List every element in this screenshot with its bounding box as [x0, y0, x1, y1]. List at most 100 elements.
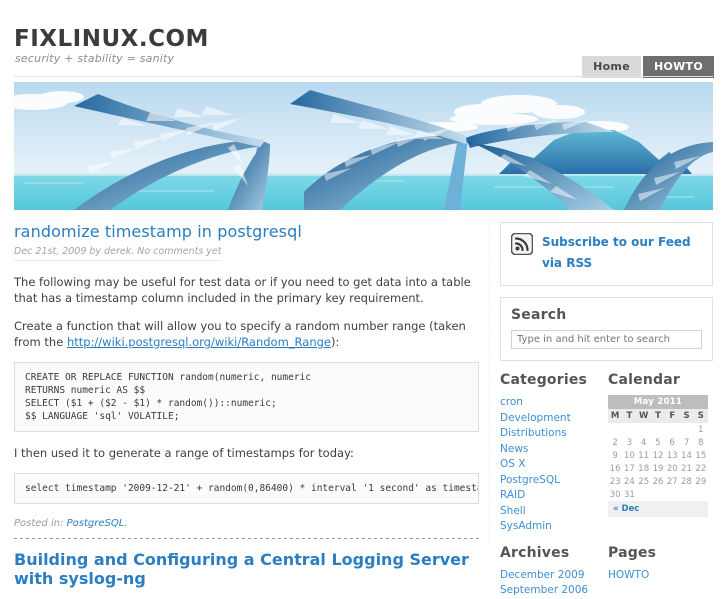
- calendar-table: May 2011 M T W T F S S 1 2 3 4 5 6 7 8 9…: [608, 395, 708, 517]
- list-item: September 2006: [500, 583, 608, 598]
- categories-calendar-row: Categories cron Development Distribution…: [500, 372, 713, 535]
- calendar-day: 24: [624, 476, 635, 487]
- calendar-weekday-row: M T W T F S S: [608, 409, 708, 423]
- calendar-day: [622, 423, 636, 436]
- calendar-day: 13: [666, 450, 678, 461]
- nav-item-howto[interactable]: HOWTO: [642, 56, 714, 78]
- random-range-wiki-link[interactable]: http://wiki.postgresql.org/wiki/Random_R…: [67, 335, 331, 349]
- calendar-day: 30: [609, 489, 621, 500]
- calendar-head: M T W T F S S: [608, 409, 708, 423]
- post-paragraph-1: The following may be useful for test dat…: [14, 275, 471, 305]
- category-link-shell[interactable]: Shell: [500, 505, 526, 517]
- calendar-day: 26: [652, 476, 664, 487]
- list-item: PostgreSQL: [500, 473, 608, 488]
- category-link-cron[interactable]: cron: [500, 396, 523, 408]
- page-link-howto[interactable]: HOWTO: [608, 569, 649, 581]
- post-separator: [14, 538, 479, 539]
- category-link-raid[interactable]: RAID: [500, 489, 525, 501]
- list-item: December 2009: [500, 568, 608, 583]
- calendar-day: [651, 488, 665, 501]
- calendar-week-row: 9 10 11 12 13 14 15: [608, 449, 708, 462]
- post-title: randomize timestamp in postgresql: [14, 222, 479, 241]
- calendar-day: 28: [681, 476, 692, 487]
- subscribe-feed-link[interactable]: Subscribe to our Feed via RSS: [542, 232, 702, 274]
- calendar-weekday: T: [622, 409, 637, 423]
- calendar-day: [665, 488, 679, 501]
- category-link-distributions[interactable]: Distributions: [500, 427, 567, 439]
- calendar-prev-cell: « Dec: [608, 501, 708, 517]
- list-item: SysAdmin: [500, 519, 608, 534]
- calendar-day: 4: [640, 437, 647, 448]
- calendar-day: 23: [609, 476, 621, 487]
- category-link-postgresql[interactable]: PostgreSQL: [500, 474, 560, 486]
- rss-icon[interactable]: [510, 232, 534, 258]
- category-link-osx[interactable]: OS X: [500, 458, 525, 470]
- category-link-news[interactable]: News: [500, 443, 528, 455]
- list-item: cron: [500, 395, 608, 410]
- calendar-day: 31: [624, 489, 635, 500]
- calendar-day: 20: [666, 463, 678, 474]
- calendar-day: 14: [681, 450, 692, 461]
- posted-in-label: Posted in:: [14, 518, 64, 529]
- calendar-week-row: 1: [608, 423, 708, 436]
- list-item: Development: [500, 411, 608, 426]
- category-link-development[interactable]: Development: [500, 412, 571, 424]
- header-divider: [14, 76, 713, 77]
- calendar-day: 3: [626, 437, 633, 448]
- column-divider: [489, 222, 490, 545]
- calendar-day: [694, 488, 708, 501]
- calendar-week-row: 2 3 4 5 6 7 8: [608, 436, 708, 449]
- calendar-day: [608, 423, 622, 436]
- calendar-week-row: 30 31: [608, 488, 708, 501]
- calendar-day: 1: [698, 424, 704, 435]
- calendar-weekday: T: [650, 409, 666, 423]
- logo-dot: .: [138, 26, 149, 52]
- calendar-day: [679, 423, 693, 436]
- next-post-title-link[interactable]: Building and Configuring a Central Loggi…: [14, 550, 469, 588]
- archive-link-september-2006[interactable]: September 2006: [500, 584, 588, 596]
- post-paragraph-2: Create a function that will allow you to…: [14, 318, 479, 350]
- calendar-day: 16: [609, 463, 621, 474]
- calendar-day: 9: [612, 450, 618, 461]
- calendar-day: 11: [638, 450, 650, 461]
- category-link-sysadmin[interactable]: SysAdmin: [500, 520, 552, 532]
- archives-pages-row: Archives December 2009 September 2006 Pa…: [500, 545, 713, 599]
- post-title-link[interactable]: randomize timestamp in postgresql: [14, 222, 302, 241]
- search-input[interactable]: [511, 330, 702, 349]
- calendar-week-row: 23 24 25 26 27 28 29: [608, 475, 708, 488]
- calendar-prev-month-link[interactable]: « Dec: [613, 504, 639, 514]
- calendar-day: 22: [695, 463, 707, 474]
- calendar-weekday: S: [693, 409, 708, 423]
- calendar-day: 10: [624, 450, 635, 461]
- logo-tld: COM: [148, 26, 209, 52]
- categories-widget: Categories cron Development Distribution…: [500, 372, 608, 535]
- calendar-day: 2: [612, 437, 618, 448]
- calendar-day: 6: [669, 437, 675, 448]
- calendar-foot: « Dec: [608, 501, 708, 517]
- list-item: HOWTO: [608, 568, 713, 583]
- calendar-day: 29: [695, 476, 707, 487]
- list-item: Distributions: [500, 426, 608, 441]
- archive-link-december-2009[interactable]: December 2009: [500, 569, 585, 581]
- sidebar: Subscribe to our Feed via RSS Search Cat…: [500, 222, 713, 599]
- calendar-day: [637, 423, 651, 436]
- main-content: randomize timestamp in postgresql Dec 21…: [14, 222, 479, 588]
- code-block-create-function: CREATE OR REPLACE FUNCTION random(numeri…: [14, 362, 479, 432]
- pages-list: HOWTO: [608, 568, 713, 583]
- calendar-day: 12: [652, 450, 664, 461]
- calendar-day: 18: [638, 463, 650, 474]
- calendar-day: 15: [695, 450, 707, 461]
- calendar-weekday: W: [636, 409, 651, 423]
- calendar-week-row: 16 17 18 19 20 21 22: [608, 462, 708, 475]
- categories-list: cron Development Distributions News OS X…: [500, 395, 608, 534]
- logo-main: FIXLINUX: [14, 26, 139, 52]
- nav-item-home[interactable]: Home: [582, 56, 641, 78]
- site-logo[interactable]: FIXLINUX.COM: [14, 26, 209, 52]
- calendar-day: 27: [666, 476, 678, 487]
- calendar-day: [651, 423, 665, 436]
- post-paragraph-3: I then used it to generate a range of ti…: [14, 446, 354, 460]
- site-header: FIXLINUX.COM security + stability = sani…: [0, 0, 727, 78]
- list-item: OS X: [500, 457, 608, 472]
- subscribe-row: Subscribe to our Feed via RSS: [510, 232, 702, 274]
- posted-in-category-link[interactable]: PostgreSQL.: [67, 518, 128, 529]
